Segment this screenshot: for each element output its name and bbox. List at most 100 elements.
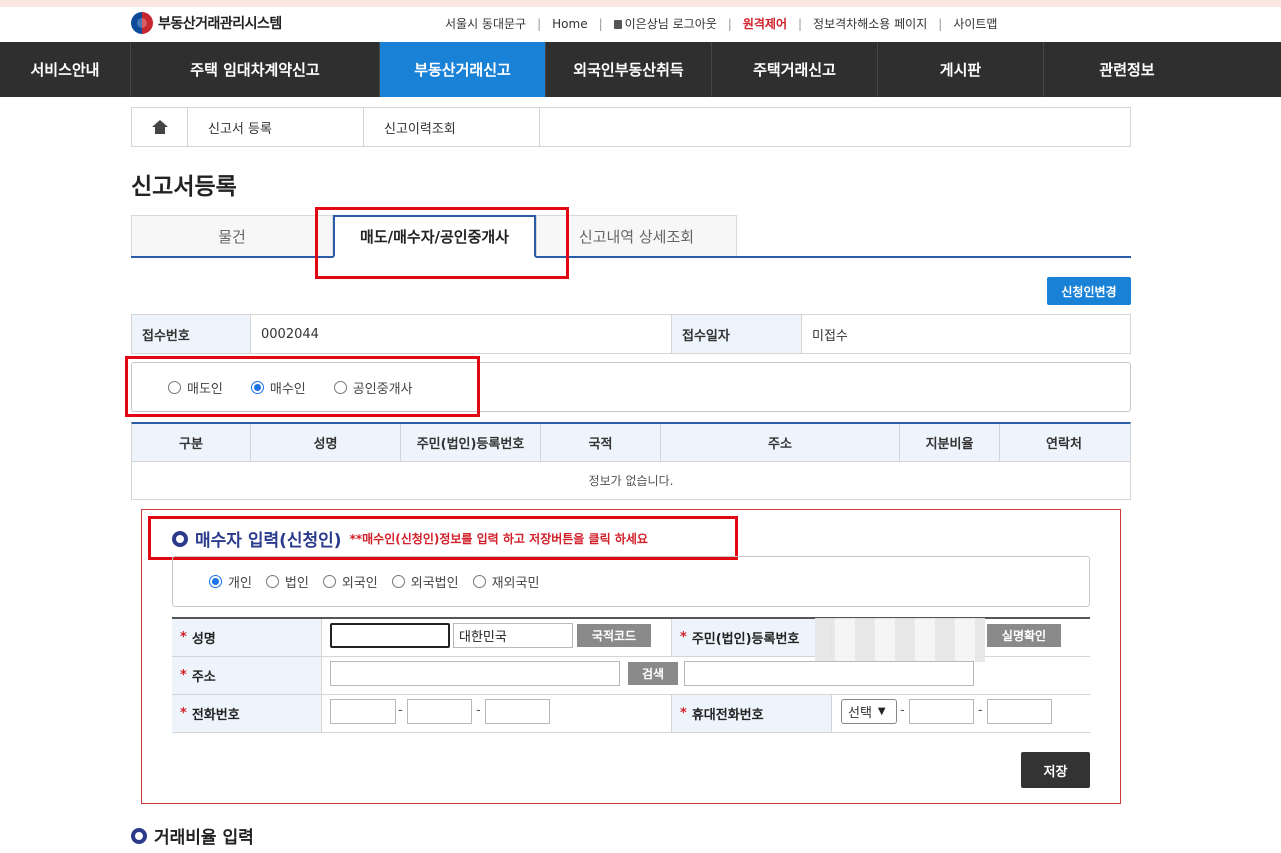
top-accent-bar [0,0,1281,7]
select-value: 선택 [848,706,872,721]
table-empty-message: 정보가 없습니다. [588,474,674,488]
receipt-date-value: 미접수 [812,328,848,344]
col-type: 구분 [132,424,251,461]
nav-real-estate-report[interactable]: 부동산거래신고 [380,42,546,97]
address-detail-input[interactable] [684,661,974,686]
radio-checked-icon [209,575,222,588]
tab-property[interactable]: 물건 [131,215,333,256]
nav-related-info[interactable]: 관련정보 [1044,42,1210,97]
change-applicant-button[interactable]: 신청인변경 [1047,277,1131,305]
label-text: 전화번호 [191,708,240,723]
label-text: 휴대전화번호 [691,708,764,723]
nationality-code-button[interactable]: 국적코드 [577,624,651,647]
name-input[interactable] [330,623,450,648]
table-header-row: 구분 성명 주민(법인)등록번호 국적 주소 지분비율 연락처 [132,424,1130,462]
nav-housing-report[interactable]: 주택거래신고 [712,42,878,97]
radio-label: 재외국민 [491,576,540,591]
breadcrumb-home[interactable] [132,108,188,146]
required-mark: * [180,706,187,721]
phone-input-2[interactable] [407,699,472,724]
required-mark: * [180,668,187,683]
zipcode-input[interactable] [330,661,620,686]
radio-foreigner[interactable]: 외국인 [322,572,378,591]
radio-label: 개인 [228,576,252,591]
col-contact: 연락처 [1046,437,1082,452]
buyer-type-radio-group: 개인 법인 외국인 외국법인 재외국민 [172,556,1090,607]
col-name: 성명 [251,424,401,461]
radio-label: 법인 [284,576,309,591]
name-label: * 성명 [172,619,322,656]
nav-service-guide[interactable]: 서비스안내 [0,42,131,97]
radio-individual[interactable]: 개인 [209,572,252,591]
breadcrumb-history[interactable]: 신고이력조회 [364,108,540,146]
top-link-accessibility[interactable]: 정보격차해소용 페이지 [813,15,927,32]
label-text: 성명 [191,632,216,647]
phone-dash: - [476,703,481,718]
required-mark: * [180,630,187,645]
logo[interactable]: 부동산거래관리시스템 [131,12,282,34]
top-link-remote-control[interactable]: 원격제어 [743,15,787,32]
highlight-box-party-type [125,356,480,417]
breadcrumb-register[interactable]: 신고서 등록 [188,108,364,146]
top-link-logout[interactable]: 이은상님 로그아웃 [613,15,717,32]
nav-foreigner-acquisition[interactable]: 외국인부동산취득 [546,42,712,97]
mobile-dash: - [978,703,983,718]
mobile-prefix-select[interactable]: 선택 ▼ [841,699,897,724]
col-address: 주소 [661,424,900,461]
label-text: 주민(법인)등록번호 [691,632,800,647]
mobile-dash: - [900,703,905,718]
address-search-button[interactable]: 검색 [628,662,678,685]
required-mark: * [680,630,687,645]
divider: | [798,16,803,31]
label-text: 주소 [191,670,216,685]
mobile-label: * 휴대전화번호 [672,695,832,732]
save-button[interactable]: 저장 [1021,752,1090,788]
radio-circle-icon [265,575,279,588]
party-list-table: 구분 성명 주민(법인)등록번호 국적 주소 지분비율 연락처 정보가 없습니다… [131,422,1131,500]
divider: | [727,16,732,31]
home-icon [151,120,168,134]
radio-circle-icon [472,575,486,588]
col-rrn: 주민(법인)등록번호 [401,424,541,461]
highlight-box-buyer-title [148,516,738,560]
col-nationality: 국적 [541,424,661,461]
receipt-number-label: 접수번호 [132,315,251,353]
trade-ratio-section-title: 거래비율 입력 [131,823,254,848]
redacted-rrn-field[interactable] [815,618,985,662]
nav-lease-report[interactable]: 주택 임대차계약신고 [131,42,380,97]
logout-label: 이은상님 로그아웃 [624,17,717,31]
nav-board[interactable]: 게시판 [878,42,1044,97]
trade-ratio-heading: 거래비율 입력 [154,828,254,848]
phone-input-3[interactable] [485,699,550,724]
verify-name-button[interactable]: 실명확인 [987,624,1061,647]
main-nav: 서비스안내 주택 임대차계약신고 부동산거래신고 외국인부동산취득 주택거래신고… [0,42,1281,97]
tab-bar: 물건 매도/매수자/공인중개사 신고내역 상세조회 [131,215,1131,258]
nationality-input[interactable]: 대한민국 [453,623,573,648]
mobile-input-3[interactable] [987,699,1052,724]
divider: | [598,16,603,31]
lock-icon [613,20,622,29]
phone-dash: - [398,703,403,718]
top-links: 서울시 동대문구 | Home | 이은상님 로그아웃 | 원격제어 | 정보격… [445,15,997,32]
logo-text: 부동산거래관리시스템 [158,16,282,32]
top-link-sitemap[interactable]: 사이트맵 [953,15,997,32]
radio-label: 외국법인 [410,576,459,591]
mobile-input-2[interactable] [909,699,974,724]
top-link-region[interactable]: 서울시 동대문구 [445,15,526,32]
receipt-date-label: 접수일자 [672,315,802,353]
radio-foreign-corporation[interactable]: 외국법인 [391,572,459,591]
page-title: 신고서등록 [131,174,237,200]
breadcrumb: 신고서 등록 신고이력조회 [131,107,1131,147]
top-link-home[interactable]: Home [552,17,587,31]
phone-input-1[interactable] [330,699,396,724]
radio-circle-icon [391,575,405,588]
required-mark: * [680,706,687,721]
receipt-number-value: 0002044 [251,315,672,353]
circle-bullet-icon [131,827,147,844]
address-label: * 주소 [172,657,322,694]
taegeuk-logo-icon [131,12,153,34]
radio-overseas-korean[interactable]: 재외국민 [472,572,540,591]
divider: | [537,16,542,31]
radio-corporation[interactable]: 법인 [265,572,309,591]
highlight-box-tab [315,207,569,279]
